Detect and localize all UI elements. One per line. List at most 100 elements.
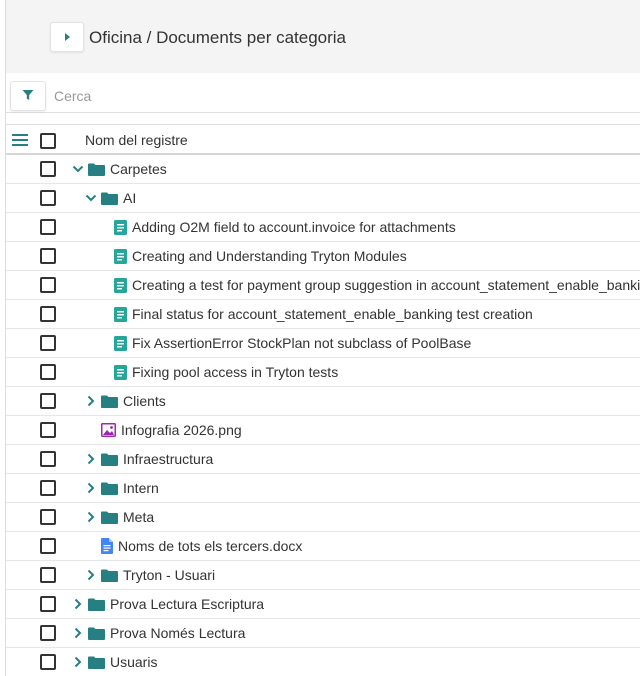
record-name: Tryton - Usuari bbox=[123, 567, 216, 583]
tree-row[interactable]: Creating a test for payment group sugges… bbox=[6, 271, 640, 300]
record-name-cell[interactable]: Meta bbox=[84, 503, 154, 531]
chevron-down-icon[interactable] bbox=[71, 162, 85, 176]
chevron-right-icon[interactable] bbox=[84, 452, 98, 466]
tree-row[interactable]: Infraestructura bbox=[6, 445, 640, 474]
tree-row[interactable]: Tryton - Usuari bbox=[6, 561, 640, 590]
tree-row[interactable]: Fix AssertionError StockPlan not subclas… bbox=[6, 329, 640, 358]
row-checkbox[interactable] bbox=[40, 248, 56, 264]
folder-icon bbox=[88, 598, 105, 611]
tree-row[interactable]: Intern bbox=[6, 474, 640, 503]
chevron-right-icon[interactable] bbox=[84, 481, 98, 495]
chevron-right-icon[interactable] bbox=[84, 394, 98, 408]
record-name-cell[interactable]: AI bbox=[84, 184, 136, 212]
row-checkbox[interactable] bbox=[40, 219, 56, 235]
row-checkbox[interactable] bbox=[40, 277, 56, 293]
tree-row[interactable]: Infografia 2026.png bbox=[6, 416, 640, 445]
document-icon bbox=[114, 248, 127, 264]
record-name-cell[interactable]: Tryton - Usuari bbox=[84, 561, 215, 589]
folder-icon bbox=[101, 453, 118, 466]
document-icon bbox=[114, 306, 127, 322]
tree-row[interactable]: AI bbox=[6, 184, 640, 213]
record-name-cell[interactable]: Creating and Understanding Tryton Module… bbox=[97, 242, 407, 270]
tree-row[interactable]: Prova Lectura Escriptura bbox=[6, 590, 640, 619]
folder-icon bbox=[101, 482, 118, 495]
record-name-cell[interactable]: Fix AssertionError StockPlan not subclas… bbox=[97, 329, 471, 357]
record-name: Prova Només Lectura bbox=[110, 625, 246, 641]
tree-row[interactable]: Meta bbox=[6, 503, 640, 532]
row-checkbox[interactable] bbox=[40, 306, 56, 322]
folder-icon bbox=[101, 192, 118, 205]
toggle-spacer bbox=[84, 423, 98, 437]
record-name: Infografia 2026.png bbox=[121, 422, 242, 438]
select-all-checkbox[interactable] bbox=[40, 133, 56, 149]
column-header-name[interactable]: Nom del registre bbox=[85, 132, 188, 148]
row-checkbox[interactable] bbox=[40, 567, 56, 583]
row-checkbox[interactable] bbox=[40, 509, 56, 525]
caret-right-icon bbox=[62, 29, 72, 45]
row-checkbox[interactable] bbox=[40, 596, 56, 612]
record-name-cell[interactable]: Infraestructura bbox=[84, 445, 213, 473]
chevron-right-icon[interactable] bbox=[71, 597, 85, 611]
tree-row[interactable]: Carpetes bbox=[6, 155, 640, 184]
row-checkbox[interactable] bbox=[40, 654, 56, 670]
chevron-right-icon[interactable] bbox=[84, 568, 98, 582]
record-name: Meta bbox=[123, 509, 155, 525]
record-name-cell[interactable]: Adding O2M field to account.invoice for … bbox=[97, 213, 456, 241]
record-name: Usuaris bbox=[110, 654, 158, 670]
folder-icon bbox=[88, 163, 105, 176]
tree-row[interactable]: Adding O2M field to account.invoice for … bbox=[6, 213, 640, 242]
row-checkbox[interactable] bbox=[40, 364, 56, 380]
record-name-cell[interactable]: Prova Lectura Escriptura bbox=[71, 590, 264, 618]
tree-row[interactable]: Prova Només Lectura bbox=[6, 619, 640, 648]
row-checkbox[interactable] bbox=[40, 538, 56, 554]
document-icon bbox=[114, 219, 127, 235]
row-checkbox[interactable] bbox=[40, 393, 56, 409]
row-checkbox[interactable] bbox=[40, 190, 56, 206]
record-name: Intern bbox=[123, 480, 159, 496]
toggle-spacer bbox=[97, 220, 111, 234]
toggle-spacer bbox=[97, 365, 111, 379]
record-name-cell[interactable]: Prova Només Lectura bbox=[71, 619, 245, 647]
record-name: Adding O2M field to account.invoice for … bbox=[132, 219, 456, 235]
expand-sidebar-button[interactable] bbox=[50, 22, 84, 52]
column-menu-icon[interactable] bbox=[12, 133, 28, 150]
record-name-cell[interactable]: Usuaris bbox=[71, 648, 157, 676]
row-checkbox[interactable] bbox=[40, 422, 56, 438]
tree-row[interactable]: Clients bbox=[6, 387, 640, 416]
record-name: Clients bbox=[123, 393, 166, 409]
grid-body: Carpetes AI Adding O2M field to account.in… bbox=[6, 155, 640, 676]
tree-row[interactable]: Creating and Understanding Tryton Module… bbox=[6, 242, 640, 271]
row-checkbox[interactable] bbox=[40, 451, 56, 467]
chevron-right-icon[interactable] bbox=[84, 510, 98, 524]
folder-icon bbox=[88, 656, 105, 669]
folder-icon bbox=[101, 569, 118, 582]
record-name-cell[interactable]: Carpetes bbox=[71, 155, 167, 183]
record-name-cell[interactable]: Clients bbox=[84, 387, 166, 415]
toggle-spacer bbox=[97, 336, 111, 350]
record-name: Fix AssertionError StockPlan not subclas… bbox=[132, 335, 472, 351]
tree-row[interactable]: Usuaris bbox=[6, 648, 640, 676]
record-name: Creating a test for payment group sugges… bbox=[132, 277, 640, 293]
tree-row[interactable]: Noms de tots els tercers.docx bbox=[6, 532, 640, 561]
tree-row[interactable]: Fixing pool access in Tryton tests bbox=[6, 358, 640, 387]
toggle-spacer bbox=[97, 307, 111, 321]
record-name-cell[interactable]: Final status for account_statement_enabl… bbox=[97, 300, 533, 328]
chevron-right-icon[interactable] bbox=[71, 655, 85, 669]
record-name-cell[interactable]: Infografia 2026.png bbox=[84, 416, 242, 444]
tree-row[interactable]: Final status for account_statement_enabl… bbox=[6, 300, 640, 329]
record-name-cell[interactable]: Intern bbox=[84, 474, 159, 502]
chevron-down-icon[interactable] bbox=[84, 191, 98, 205]
record-name-cell[interactable]: Noms de tots els tercers.docx bbox=[84, 532, 302, 560]
record-name-cell[interactable]: Creating a test for payment group sugges… bbox=[97, 271, 640, 299]
filter-button[interactable] bbox=[10, 81, 46, 111]
record-name-cell[interactable]: Fixing pool access in Tryton tests bbox=[97, 358, 338, 386]
row-checkbox[interactable] bbox=[40, 335, 56, 351]
chevron-right-icon[interactable] bbox=[71, 626, 85, 640]
docx-icon bbox=[101, 538, 113, 554]
search-input[interactable] bbox=[54, 83, 634, 109]
row-checkbox[interactable] bbox=[40, 480, 56, 496]
page-header: Oficina / Documents per categoria bbox=[6, 0, 640, 73]
row-checkbox[interactable] bbox=[40, 161, 56, 177]
row-checkbox[interactable] bbox=[40, 625, 56, 641]
record-name: Infraestructura bbox=[123, 451, 214, 467]
